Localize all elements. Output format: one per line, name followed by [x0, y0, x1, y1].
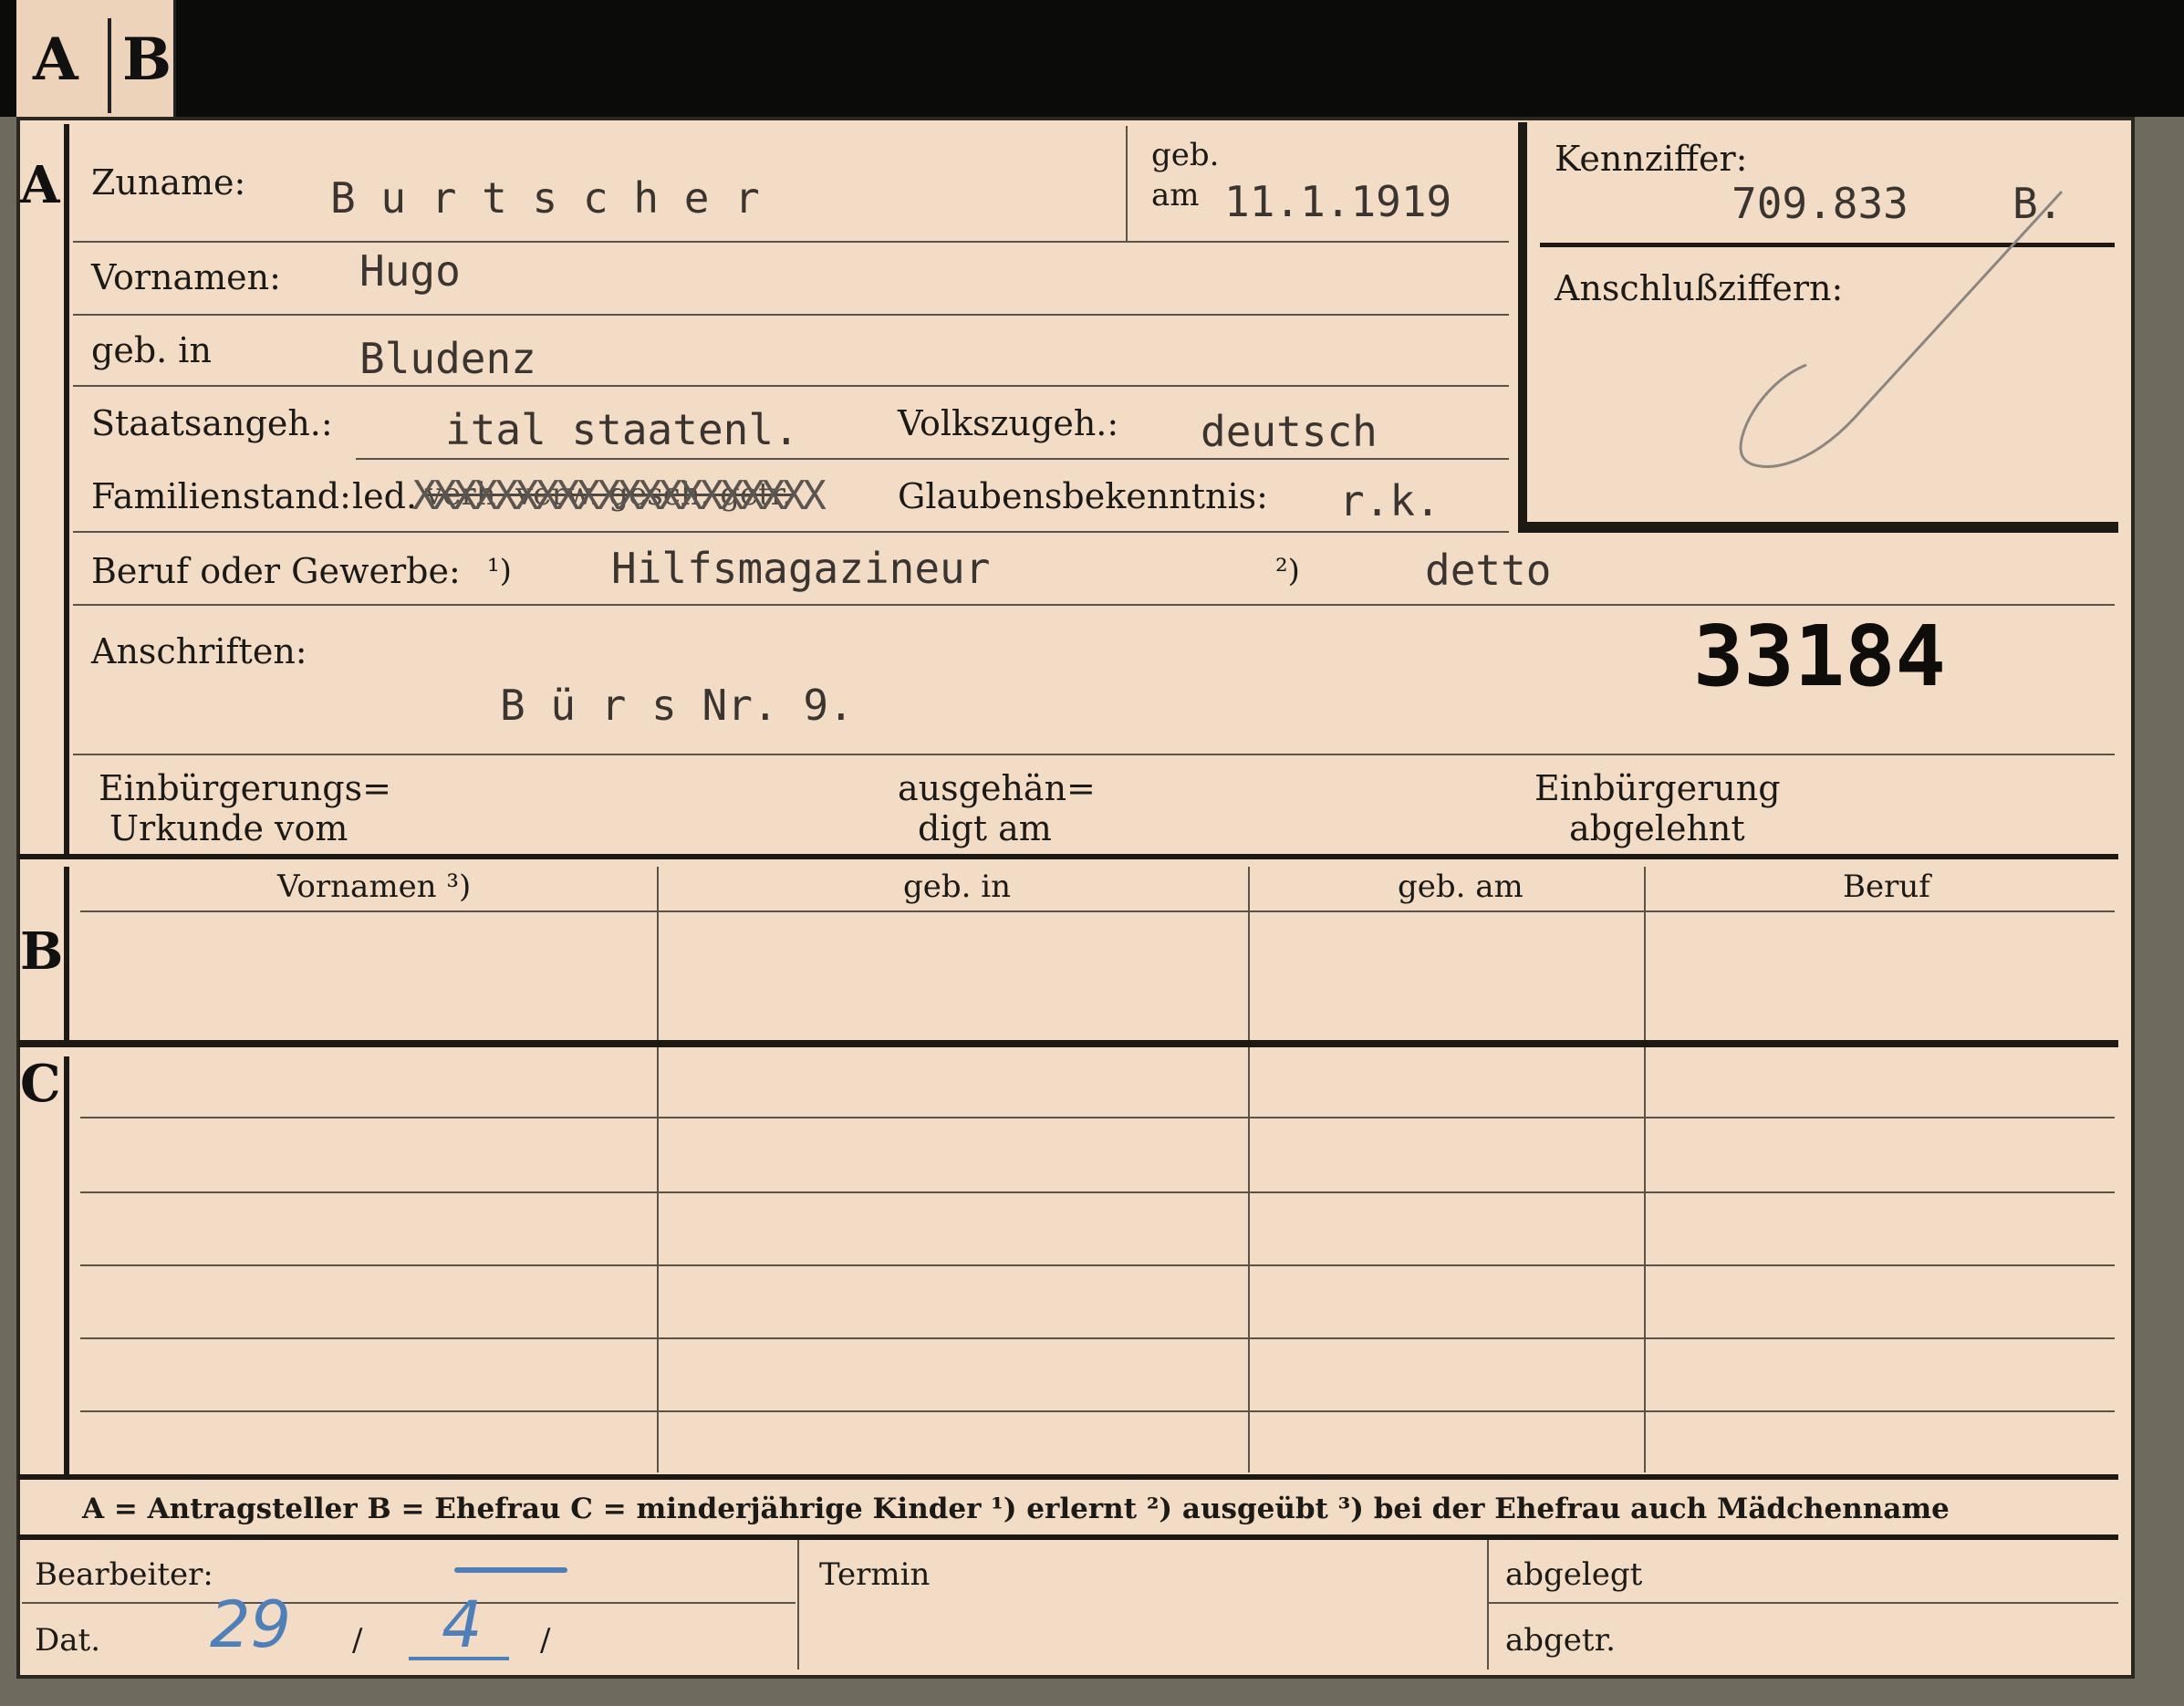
nationality-label: Volkszugeh.:	[898, 403, 1119, 443]
section-divider-b-c	[18, 1040, 2118, 1047]
surname-value: B u r t s c h e r	[330, 173, 760, 223]
row-line	[73, 314, 1509, 316]
section-c-rule	[64, 1056, 69, 1476]
citizenship-value: ital staatenl.	[445, 405, 799, 454]
footer-line	[22, 1602, 796, 1604]
section-a-label: A	[20, 155, 60, 215]
row-line	[73, 531, 1509, 533]
row-line	[73, 385, 1509, 387]
occupation-value: Hilfsmagazineur	[611, 544, 991, 593]
naturalization-refused-label-1: Einbürgerung	[1534, 768, 1781, 808]
date-month-underline	[409, 1657, 509, 1660]
occupation-label: Beruf oder Gewerbe:	[91, 551, 461, 591]
footer-divider	[797, 1540, 799, 1670]
deadline-label: Termin	[819, 1556, 931, 1593]
naturalization-refused-label-2: abgelehnt	[1569, 808, 1745, 848]
address-value: B ü r s Nr. 9.	[500, 681, 854, 730]
born-label-am: am	[1151, 177, 1200, 213]
row-line	[73, 604, 2115, 606]
stamp-number: 33184	[1693, 608, 1946, 705]
surname-label: Zuname:	[91, 162, 246, 203]
address-label: Anschriften:	[91, 631, 307, 671]
marital-option-single: led.	[352, 476, 418, 516]
date-month-handwritten: 4	[442, 1587, 483, 1662]
born-divider	[1126, 126, 1128, 241]
handwritten-check-mark	[1739, 190, 2064, 468]
column-divider	[657, 867, 659, 1472]
handed-out-label-2: digt am	[918, 808, 1052, 848]
footer-divider	[1487, 1540, 1489, 1670]
section-divider-a-b	[18, 854, 2118, 859]
row-line	[73, 241, 1509, 243]
filed-label: abgelegt	[1505, 1556, 1643, 1593]
footer-line	[1489, 1602, 2118, 1604]
date-slash-2: /	[540, 1622, 551, 1659]
tab-letter-b: B	[122, 26, 172, 94]
clerk-signature-stroke	[454, 1567, 567, 1573]
section-c-label: C	[20, 1054, 61, 1114]
legend-text: A = Antragsteller B = Ehefrau C = minder…	[82, 1493, 1950, 1525]
marital-x-overstrike: XXXXXXXXXXXXXXXXXXXX	[412, 473, 827, 519]
tab-letter-a: A	[33, 26, 78, 94]
row-line	[73, 754, 2115, 755]
id-box-bottom-border	[1518, 522, 2118, 533]
naturalization-certificate-label-2: Urkunde vom	[109, 808, 348, 848]
born-date-value: 11.1.1919	[1224, 177, 1452, 226]
id-box-left-border	[1518, 122, 1527, 533]
column-divider	[1248, 867, 1250, 1472]
table-row-line	[80, 1264, 2115, 1266]
birthplace-value: Bludenz	[359, 334, 536, 383]
index-tab: A B	[16, 0, 176, 119]
naturalization-certificate-label-1: Einbürgerungs=	[99, 768, 391, 808]
date-day-handwritten: 29	[210, 1587, 292, 1662]
table-row-line	[80, 1337, 2115, 1339]
legend-top-rule	[18, 1474, 2118, 1480]
table-row-line	[80, 1410, 2115, 1412]
row-line	[356, 458, 1509, 460]
table-row-line	[80, 1117, 2115, 1118]
religion-label: Glaubensbekenntnis:	[898, 476, 1268, 516]
section-b-label: B	[20, 921, 64, 982]
column-divider	[1644, 867, 1646, 1472]
born-label-geb: geb.	[1151, 137, 1220, 173]
col-header-birthdate: geb. am	[1398, 869, 1524, 905]
occupation-footnote-1: ¹)	[487, 553, 512, 589]
scan-background-top	[0, 0, 2184, 117]
nationality-value: deutsch	[1201, 407, 1378, 456]
religion-value: r.k.	[1339, 476, 1440, 525]
table-row-line	[80, 1191, 2115, 1193]
col-header-first-names: Vornamen ³)	[277, 869, 472, 905]
first-names-label: Vornamen:	[91, 257, 281, 297]
legend-bottom-rule	[18, 1534, 2118, 1540]
occupation-footnote-2: ²)	[1275, 553, 1300, 589]
col-header-occupation: Beruf	[1843, 869, 1930, 905]
citizenship-label: Staatsangeh.:	[91, 403, 333, 443]
handed-out-label-1: ausgehän=	[898, 768, 1096, 808]
table-header-line	[80, 910, 2115, 912]
handed-over-label: abgetr.	[1505, 1622, 1616, 1659]
date-slash-1: /	[352, 1622, 363, 1659]
marital-label: Familienstand:	[91, 476, 351, 516]
section-a-rule	[64, 124, 69, 854]
first-names-value: Hugo	[359, 246, 461, 296]
section-b-rule	[64, 867, 69, 1040]
col-header-birthplace: geb. in	[903, 869, 1012, 905]
date-label: Dat.	[35, 1622, 101, 1659]
birthplace-label: geb. in	[91, 330, 212, 370]
id-number-label: Kennziffer:	[1555, 139, 1748, 179]
occupation-value-2: detto	[1425, 546, 1552, 595]
tab-divider	[108, 18, 111, 113]
clerk-label: Bearbeiter:	[35, 1556, 213, 1593]
